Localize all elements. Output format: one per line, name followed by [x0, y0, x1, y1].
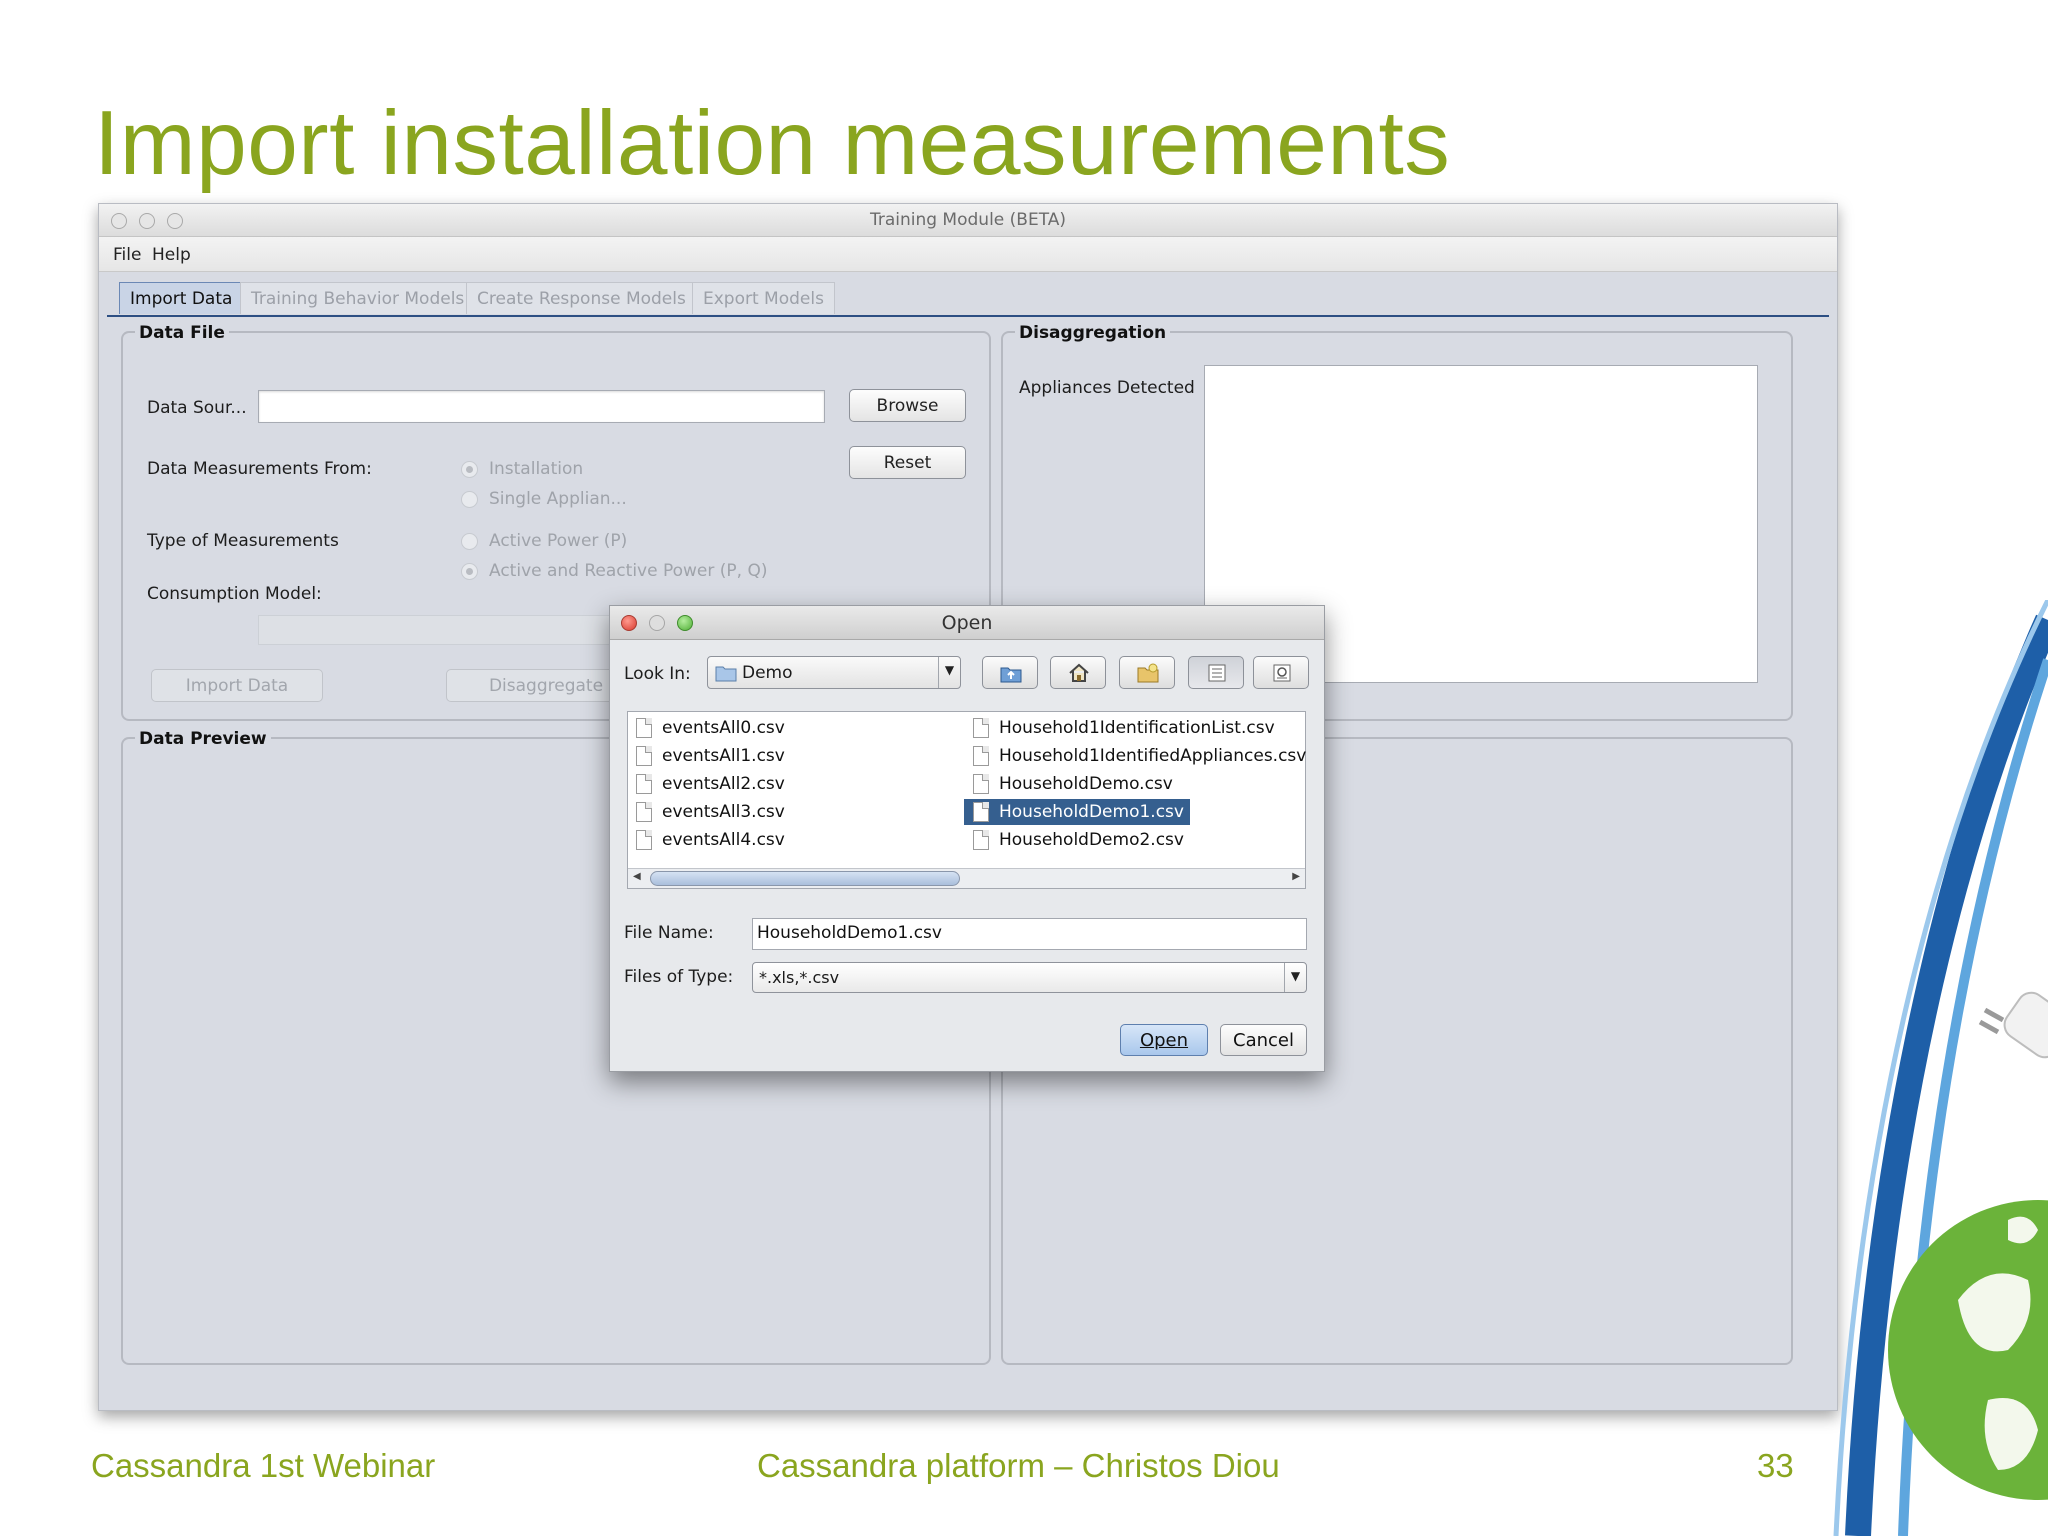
list-item[interactable]: HouseholdDemo2.csv: [973, 827, 1303, 853]
radio-single-appliance-label: Single Applian...: [489, 489, 627, 509]
dialog-title: Open: [941, 612, 993, 634]
consumption-model-select[interactable]: [258, 615, 638, 645]
cancel-button[interactable]: Cancel: [1220, 1024, 1307, 1056]
slide-title: Import installation measurements: [94, 93, 1451, 194]
plug-icon: [1978, 991, 2048, 1059]
file-list: eventsAll0.csv eventsAll1.csv eventsAll2…: [627, 711, 1306, 889]
tab-import-data[interactable]: Import Data: [119, 282, 244, 314]
document-icon: [973, 718, 989, 738]
document-icon: [973, 746, 989, 766]
list-item[interactable]: eventsAll1.csv: [636, 743, 936, 769]
file-name-input[interactable]: HouseholdDemo1.csv: [752, 918, 1307, 950]
import-data-button[interactable]: Import Data: [151, 669, 323, 702]
window-title: Training Module (BETA): [869, 210, 1067, 230]
radio-active-power-label: Active Power (P): [489, 531, 628, 551]
tab-underline: [107, 315, 1829, 317]
radio-installation[interactable]: [461, 461, 478, 478]
list-item[interactable]: eventsAll3.csv: [636, 799, 936, 825]
chevron-down-icon: ▼: [1284, 963, 1306, 992]
scroll-right-icon[interactable]: ▶: [1292, 871, 1300, 882]
list-item[interactable]: eventsAll4.csv: [636, 827, 936, 853]
radio-installation-label: Installation: [489, 459, 584, 479]
open-button[interactable]: Open: [1120, 1024, 1208, 1056]
list-item-selected[interactable]: HouseholdDemo1.csv: [964, 799, 1190, 825]
details-view-icon: [1273, 664, 1291, 682]
measurements-from-label: Data Measurements From:: [147, 459, 372, 479]
look-in-select[interactable]: Demo ▼: [707, 656, 961, 689]
files-of-type-value: *.xls,*.csv: [759, 968, 840, 987]
up-folder-button[interactable]: [982, 656, 1038, 689]
list-view-icon: [1208, 664, 1226, 682]
appliances-detected-label: Appliances Detected: [1019, 378, 1195, 398]
radio-active-power[interactable]: [461, 533, 478, 550]
menu-bar: File Help: [99, 237, 1837, 272]
consumption-model-label: Consumption Model:: [147, 584, 322, 604]
reset-button[interactable]: Reset: [849, 446, 966, 479]
up-folder-icon: [1000, 667, 1022, 683]
data-preview-title: Data Preview: [135, 729, 271, 749]
disaggregation-title: Disaggregation: [1015, 323, 1171, 343]
data-file-title: Data File: [135, 323, 229, 343]
look-in-value: Demo: [742, 663, 793, 683]
data-source-label: Data Sour...: [147, 398, 247, 418]
scrollbar-thumb[interactable]: [650, 871, 960, 886]
radio-active-reactive-power[interactable]: [461, 563, 478, 580]
tab-export-models[interactable]: Export Models: [692, 282, 835, 314]
home-icon: [1069, 663, 1089, 682]
radio-active-reactive-power-label: Active and Reactive Power (P, Q): [489, 561, 768, 581]
menu-file[interactable]: File: [113, 245, 141, 265]
scroll-left-icon[interactable]: ◀: [633, 871, 641, 882]
window-titlebar: Training Module (BETA): [99, 204, 1837, 237]
list-item[interactable]: eventsAll2.csv: [636, 771, 936, 797]
new-folder-icon: [1137, 663, 1159, 683]
chevron-down-icon: ▼: [938, 657, 960, 688]
decorative-globe-plug-graphic: [1833, 600, 2048, 1536]
list-view-button[interactable]: [1188, 656, 1244, 689]
document-icon: [636, 830, 652, 850]
document-icon: [973, 830, 989, 850]
list-item[interactable]: Household1IdentificationList.csv: [973, 715, 1303, 741]
horizontal-scrollbar[interactable]: ◀ ▶: [628, 868, 1305, 888]
tab-create-response-models[interactable]: Create Response Models: [466, 282, 697, 314]
file-name-label: File Name:: [624, 923, 714, 943]
folder-icon: [715, 666, 737, 682]
open-file-dialog: Open Look In: Demo ▼ eventsAll0.csv even…: [609, 605, 1325, 1072]
look-in-label: Look In:: [624, 664, 691, 684]
list-item[interactable]: Household1IdentifiedAppliances.csv: [973, 743, 1306, 769]
footer-left: Cassandra 1st Webinar: [91, 1447, 436, 1484]
document-icon: [636, 746, 652, 766]
document-icon: [636, 802, 652, 822]
data-source-input[interactable]: [258, 390, 825, 423]
dialog-titlebar: Open: [610, 606, 1324, 640]
menu-help[interactable]: Help: [152, 245, 191, 265]
new-folder-button[interactable]: [1119, 656, 1175, 689]
list-item[interactable]: eventsAll0.csv: [636, 715, 936, 741]
footer-center: Cassandra platform – Christos Diou: [757, 1447, 1280, 1484]
files-of-type-select[interactable]: *.xls,*.csv ▼: [752, 962, 1307, 993]
globe-icon: [1888, 1200, 2048, 1500]
document-icon: [973, 774, 989, 794]
files-of-type-label: Files of Type:: [624, 967, 734, 987]
document-icon: [973, 802, 989, 822]
list-item[interactable]: HouseholdDemo.csv: [973, 771, 1303, 797]
home-button[interactable]: [1050, 656, 1106, 689]
document-icon: [636, 718, 652, 738]
radio-single-appliance[interactable]: [461, 491, 478, 508]
details-view-button[interactable]: [1253, 656, 1309, 689]
type-of-measurements-label: Type of Measurements: [147, 531, 339, 551]
document-icon: [636, 774, 652, 794]
browse-button[interactable]: Browse: [849, 389, 966, 422]
tab-training-behavior-models[interactable]: Training Behavior Models: [240, 282, 476, 314]
page-number: 33: [1757, 1447, 1794, 1484]
